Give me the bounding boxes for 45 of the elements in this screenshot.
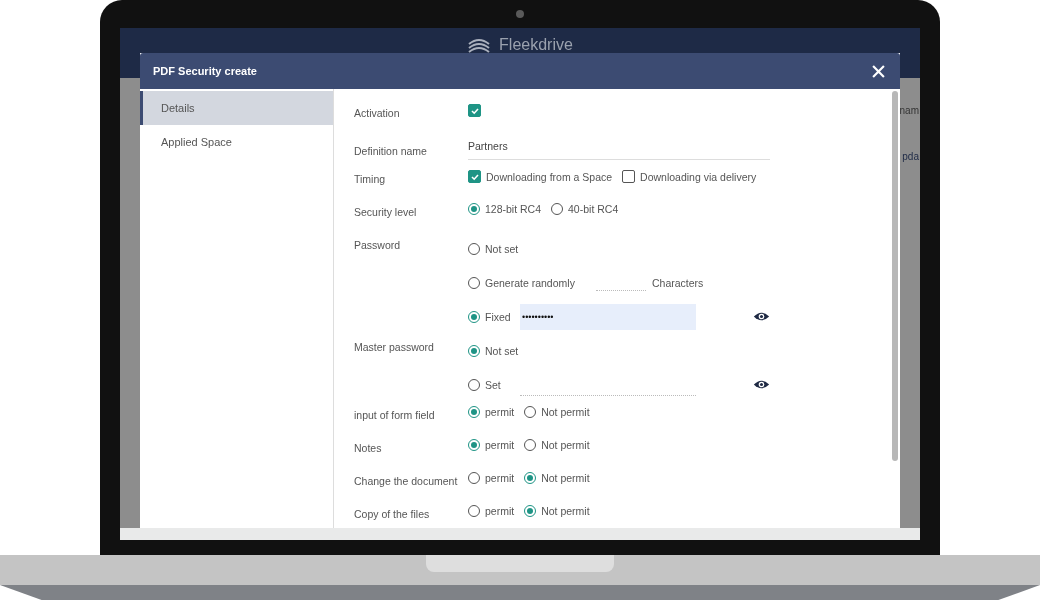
option-label: Downloading via delivery (640, 170, 757, 183)
option-label: Not set (485, 345, 519, 357)
sidebar-tab[interactable]: Applied Space (140, 125, 333, 159)
field-label: Notes (354, 441, 383, 454)
field-label: Password (354, 238, 402, 251)
checkbox[interactable] (622, 170, 636, 183)
field-label: Change the document (354, 474, 459, 487)
option-label: Not permit (541, 406, 590, 418)
unit-label: Characters (652, 277, 704, 289)
option-label: Not set (485, 243, 519, 255)
close-icon[interactable] (872, 64, 885, 78)
option-label: permit (485, 505, 515, 517)
option-label: 40-bit RC4 (568, 203, 619, 215)
scrollbar-thumb[interactable] (892, 91, 898, 461)
field-label: Copy of the files (354, 507, 431, 520)
field-label: Master password (354, 340, 435, 353)
option-label: Fixed (485, 311, 511, 323)
sidebar-tab[interactable]: Details (140, 91, 333, 125)
option-label: permit (485, 406, 515, 418)
background-text: pda (902, 151, 919, 162)
checkbox[interactable] (468, 104, 481, 117)
field-label: Activation (354, 106, 401, 119)
eye-icon[interactable] (753, 379, 770, 390)
text-field[interactable]: Partners (468, 137, 770, 160)
background-text: nam (899, 105, 919, 116)
eye-icon[interactable] (753, 311, 770, 322)
option-label: Downloading from a Space (486, 170, 613, 183)
field-label: Definition name (354, 144, 428, 157)
option-label: Not permit (541, 439, 590, 451)
field-label: input of form field (354, 408, 436, 421)
option-label: permit (485, 472, 515, 484)
option-label: Set (485, 379, 501, 391)
logo-text: Fleekdrive (499, 36, 573, 54)
checkbox[interactable] (468, 170, 481, 183)
camera-icon (516, 10, 524, 18)
field-label: Security level (354, 205, 418, 218)
option-label: Not permit (541, 472, 590, 484)
option-label: Generate randomly (485, 277, 575, 289)
option-label: 128-bit RC4 (485, 203, 542, 215)
option-label: permit (485, 439, 515, 451)
password-field[interactable]: •••••••••• (520, 304, 696, 330)
dialog-title: PDF Security create (153, 65, 257, 77)
field-label: Timing (354, 172, 387, 185)
logo-icon (467, 37, 492, 53)
option-label: Not permit (541, 505, 590, 517)
